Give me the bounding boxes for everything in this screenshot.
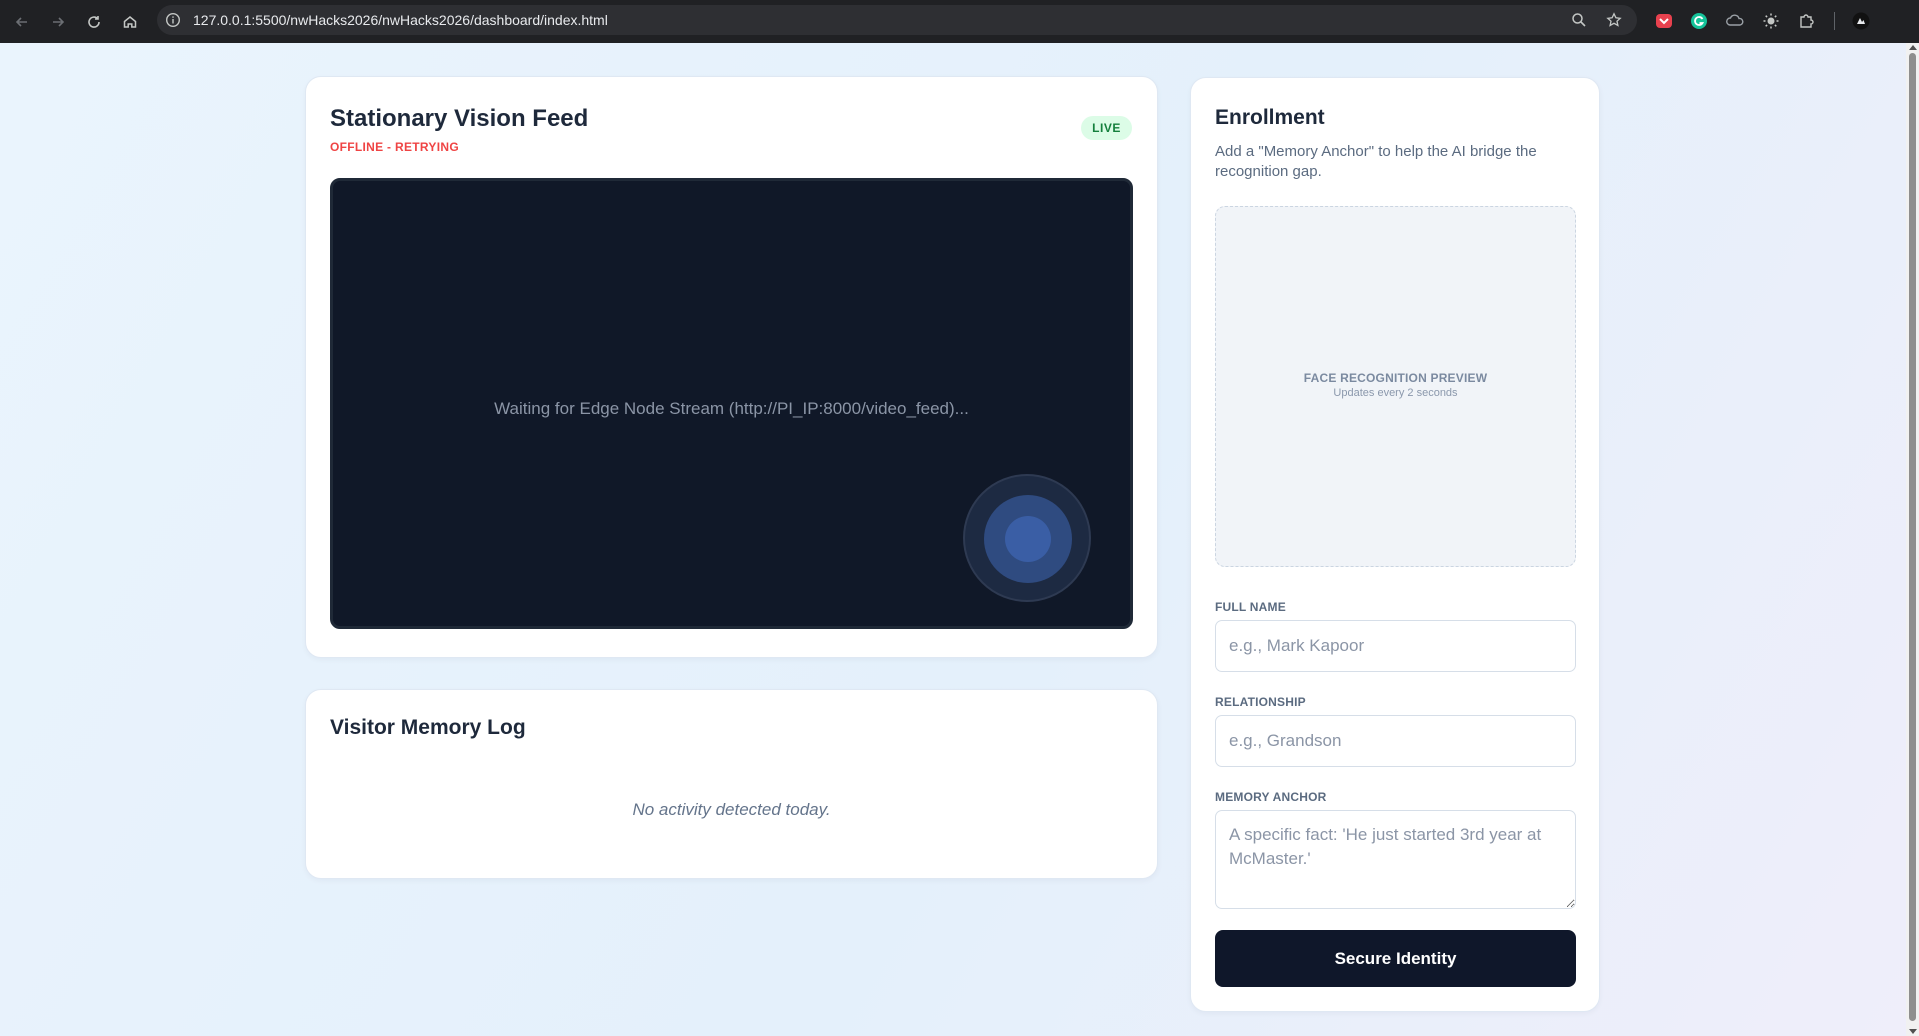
home-button[interactable] — [116, 8, 144, 36]
zoom-icon[interactable] — [1571, 12, 1587, 28]
relationship-input[interactable] — [1215, 715, 1576, 767]
vision-feed-title: Stationary Vision Feed — [330, 105, 589, 132]
scanning-pulse-icon — [963, 474, 1091, 602]
memory-anchor-label: MEMORY ANCHOR — [1215, 790, 1327, 804]
enrollment-title: Enrollment — [1215, 106, 1325, 129]
home-icon — [123, 16, 137, 28]
grammarly-extension-icon[interactable] — [1690, 12, 1708, 30]
dashboard-page: Stationary Vision Feed OFFLINE - RETRYIN… — [0, 43, 1906, 1036]
pocket-extension-icon[interactable] — [1655, 12, 1673, 30]
full-name-input[interactable] — [1215, 620, 1576, 672]
preview-subtitle: Updates every 2 seconds — [1333, 387, 1458, 399]
full-name-label: FULL NAME — [1215, 600, 1286, 614]
relationship-label: RELATIONSHIP — [1215, 695, 1306, 709]
enrollment-description: Add a "Memory Anchor" to help the AI bri… — [1215, 143, 1537, 180]
video-feed: Waiting for Edge Node Stream (http://PI_… — [330, 178, 1133, 629]
bookmark-star-icon[interactable] — [1606, 12, 1622, 28]
extension-cloud-icon[interactable] — [1726, 12, 1744, 30]
scanning-pulse-ring — [984, 495, 1072, 583]
scrollbar-thumb[interactable] — [1909, 53, 1916, 1021]
secure-identity-button[interactable]: Secure Identity — [1215, 930, 1576, 987]
vision-feed-card: Stationary Vision Feed OFFLINE - RETRYIN… — [305, 76, 1158, 658]
face-recognition-preview: FACE RECOGNITION PREVIEW Updates every 2… — [1215, 206, 1576, 567]
scroll-down-icon[interactable] — [1909, 1029, 1917, 1034]
reload-button[interactable] — [80, 8, 108, 36]
extensions-puzzle-icon[interactable] — [1798, 12, 1816, 30]
scroll-up-icon[interactable] — [1909, 45, 1917, 50]
address-bar[interactable]: 127.0.0.1:5500/nwHacks2026/nwHacks2026/d… — [157, 5, 1637, 35]
address-url[interactable]: 127.0.0.1:5500/nwHacks2026/nwHacks2026/d… — [193, 12, 608, 28]
toolbar-divider — [1834, 12, 1835, 30]
preview-title: FACE RECOGNITION PREVIEW — [1303, 371, 1488, 385]
brightness-extension-icon[interactable] — [1762, 12, 1780, 30]
memory-anchor-textarea[interactable] — [1215, 810, 1576, 909]
live-badge: LIVE — [1081, 116, 1132, 140]
visitor-log-card: Visitor Memory Log No activity detected … — [305, 689, 1158, 879]
visitor-log-title: Visitor Memory Log — [330, 716, 526, 739]
arrow-right-icon — [53, 17, 65, 27]
connection-status: OFFLINE - RETRYING — [330, 140, 459, 154]
arrow-left-icon — [15, 17, 27, 27]
reload-icon — [88, 16, 100, 28]
enrollment-card: Enrollment Add a "Memory Anchor" to help… — [1190, 77, 1600, 1012]
profile-avatar-icon[interactable] — [1852, 12, 1870, 30]
forward-button[interactable] — [44, 8, 72, 36]
visitor-log-empty-state: No activity detected today. — [632, 800, 831, 819]
stream-waiting-message: Waiting for Edge Node Stream (http://PI_… — [494, 399, 969, 418]
site-info-icon[interactable] — [165, 12, 181, 28]
scanning-pulse-core — [1005, 516, 1051, 562]
back-button[interactable] — [8, 8, 36, 36]
browser-toolbar: 127.0.0.1:5500/nwHacks2026/nwHacks2026/d… — [0, 0, 1919, 43]
page-scrollbar[interactable] — [1906, 43, 1919, 1036]
